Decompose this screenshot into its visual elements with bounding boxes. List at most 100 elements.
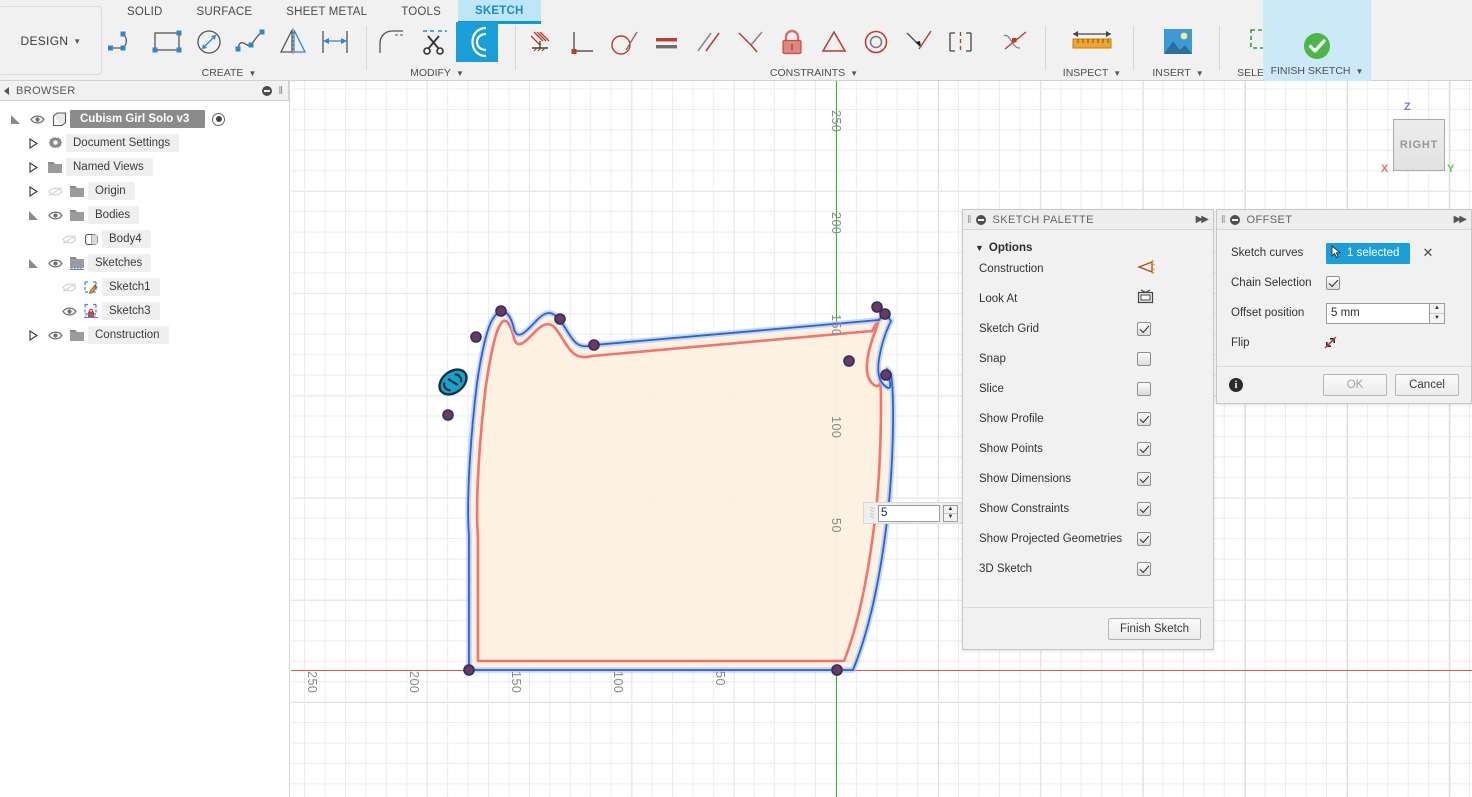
sketch-curves-selection-chip[interactable]: 1 selected: [1326, 242, 1411, 264]
coincident-icon[interactable]: [994, 22, 1036, 62]
parallel-icon[interactable]: [687, 22, 729, 62]
palette-row-3d-sketch[interactable]: 3D Sketch: [963, 554, 1213, 584]
perpendicular-icon[interactable]: [561, 22, 603, 62]
tab-tools[interactable]: TOOLS: [384, 0, 458, 24]
palette-row-construction[interactable]: Construction: [963, 254, 1213, 284]
finish-sketch-check-icon[interactable]: [1287, 26, 1347, 66]
visibility-eye-icon[interactable]: [44, 258, 66, 269]
show-constraints-checkbox[interactable]: [1137, 502, 1151, 516]
expander-right-icon[interactable]: [22, 161, 44, 173]
stepper-down-icon[interactable]: ▼: [944, 514, 957, 521]
fillet-icon[interactable]: [372, 22, 414, 62]
toolbar-group-label-create[interactable]: CREATE ▼: [104, 67, 354, 79]
dimension-icon[interactable]: [314, 22, 356, 62]
chain-selection-checkbox[interactable]: [1326, 276, 1340, 290]
palette-row-show-dimensions[interactable]: Show Dimensions: [963, 464, 1213, 494]
construction-icon[interactable]: [1137, 259, 1156, 280]
toolbar-group-finish-sketch[interactable]: FINISH SKETCH ▼: [1263, 0, 1371, 81]
tree-node-construction[interactable]: Construction: [0, 323, 289, 347]
show-projected-geometries-checkbox[interactable]: [1137, 532, 1151, 546]
palette-grip-icon[interactable]: ‖: [1221, 214, 1226, 226]
fix-lock-icon[interactable]: [771, 22, 813, 62]
clear-selection-icon[interactable]: ✕: [1422, 245, 1433, 261]
finish-sketch-button[interactable]: Finish Sketch: [1107, 617, 1201, 640]
visibility-eye-icon[interactable]: [26, 114, 48, 125]
offset-icon[interactable]: [456, 22, 498, 62]
palette-row-show-profile[interactable]: Show Profile: [963, 404, 1213, 434]
activate-component-radio[interactable]: [212, 112, 226, 126]
offset-value-box[interactable]: ▲ ▼: [863, 502, 963, 524]
line-icon[interactable]: [104, 22, 146, 62]
browser-minimize-icon[interactable]: [262, 86, 272, 96]
toolbar-group-label-modify[interactable]: MODIFY ▼: [372, 67, 502, 79]
palette-minimize-icon[interactable]: [975, 214, 986, 225]
rectangle-icon[interactable]: [146, 22, 188, 62]
cancel-button[interactable]: Cancel: [1395, 374, 1459, 396]
info-icon[interactable]: i: [1229, 378, 1243, 392]
palette-expand-icon[interactable]: ▶▶: [1196, 214, 1209, 225]
flip-icon[interactable]: [1322, 335, 1339, 351]
slice-checkbox[interactable]: [1137, 382, 1151, 396]
look-at-icon[interactable]: [1137, 289, 1154, 309]
measure-ruler-icon[interactable]: [1062, 22, 1122, 62]
view-cube-face-right[interactable]: RIGHT: [1393, 119, 1445, 171]
expander-down-icon[interactable]: [22, 258, 44, 269]
tree-node-sketches[interactable]: Sketches: [0, 251, 289, 275]
palette-row-slice[interactable]: Slice: [963, 374, 1213, 404]
palette-row-show-projected-geometries[interactable]: Show Projected Geometries: [963, 524, 1213, 554]
browser-grip-icon[interactable]: ‖: [278, 85, 283, 97]
drag-handle-icon[interactable]: [866, 505, 878, 521]
circle-icon[interactable]: [188, 22, 230, 62]
offset-position-stepper[interactable]: ▲ ▼: [1430, 302, 1445, 324]
tree-node-body4[interactable]: Body4: [0, 227, 289, 251]
trim-scissors-icon[interactable]: [414, 22, 456, 62]
workspace-switcher[interactable]: DESIGN ▼: [1, 6, 102, 75]
tree-node-document-settings[interactable]: Document Settings: [0, 131, 289, 155]
fix-ground-icon[interactable]: [519, 22, 561, 62]
expander-down-icon[interactable]: [22, 210, 44, 221]
view-cube[interactable]: Z Y X RIGHT: [1379, 101, 1459, 179]
sketch-canvas[interactable]: 250 200 150 100 50 250 200 150 100 50 ▲ …: [291, 81, 1472, 797]
visibility-eye-off-icon[interactable]: [44, 186, 66, 197]
tangent-icon[interactable]: [603, 22, 645, 62]
midpoint-icon[interactable]: [729, 22, 771, 62]
tab-sketch[interactable]: SKETCH: [458, 0, 541, 24]
palette-row-sketch-grid[interactable]: Sketch Grid: [963, 314, 1213, 344]
tree-node-bodies[interactable]: Bodies: [0, 203, 289, 227]
equal-icon[interactable]: [645, 22, 687, 62]
toolbar-group-label-constraints[interactable]: CONSTRAINTS ▼: [519, 67, 1109, 79]
palette-expand-icon[interactable]: ▶▶: [1454, 214, 1467, 225]
show-profile-checkbox[interactable]: [1137, 412, 1151, 426]
3d-sketch-checkbox[interactable]: [1137, 562, 1151, 576]
tree-node-sketch3[interactable]: Sketch3: [0, 299, 289, 323]
tree-node-sketch1[interactable]: Sketch1: [0, 275, 289, 299]
curvature-icon[interactable]: [939, 22, 981, 62]
collapse-arrow-icon[interactable]: [4, 87, 9, 95]
toolbar-group-label-insert[interactable]: INSERT ▼: [1138, 67, 1218, 79]
tab-solid[interactable]: SOLID: [110, 0, 180, 24]
palette-minimize-icon[interactable]: [1229, 214, 1240, 225]
stepper-down-icon[interactable]: ▼: [1430, 314, 1444, 323]
toolbar-group-label-finish-sketch[interactable]: FINISH SKETCH ▼: [1263, 65, 1371, 77]
show-points-checkbox[interactable]: [1137, 442, 1151, 456]
visibility-eye-icon[interactable]: [44, 330, 66, 341]
offset-distance-stepper[interactable]: ▲ ▼: [943, 504, 958, 522]
palette-row-show-points[interactable]: Show Points: [963, 434, 1213, 464]
stepper-up-icon[interactable]: ▲: [944, 506, 957, 514]
visibility-eye-icon[interactable]: [58, 306, 80, 317]
expander-right-icon[interactable]: [22, 185, 44, 197]
visibility-eye-off-icon[interactable]: [58, 282, 80, 293]
palette-row-show-constraints[interactable]: Show Constraints: [963, 494, 1213, 524]
sketch-palette-section-options[interactable]: ▼ Options: [963, 230, 1213, 254]
visibility-eye-off-icon[interactable]: [58, 234, 80, 245]
mirror-icon[interactable]: [272, 22, 314, 62]
palette-row-snap[interactable]: Snap: [963, 344, 1213, 374]
toolbar-group-label-inspect[interactable]: INSPECT ▼: [1052, 67, 1132, 79]
sketch-grid-checkbox[interactable]: [1137, 322, 1151, 336]
palette-grip-icon[interactable]: ‖: [967, 214, 972, 226]
symmetry-icon[interactable]: [813, 22, 855, 62]
offset-dialog-header[interactable]: ‖ OFFSET ▶▶: [1217, 210, 1471, 230]
expander-right-icon[interactable]: [22, 329, 44, 341]
palette-row-look-at[interactable]: Look At: [963, 284, 1213, 314]
offset-distance-input[interactable]: [878, 504, 940, 522]
